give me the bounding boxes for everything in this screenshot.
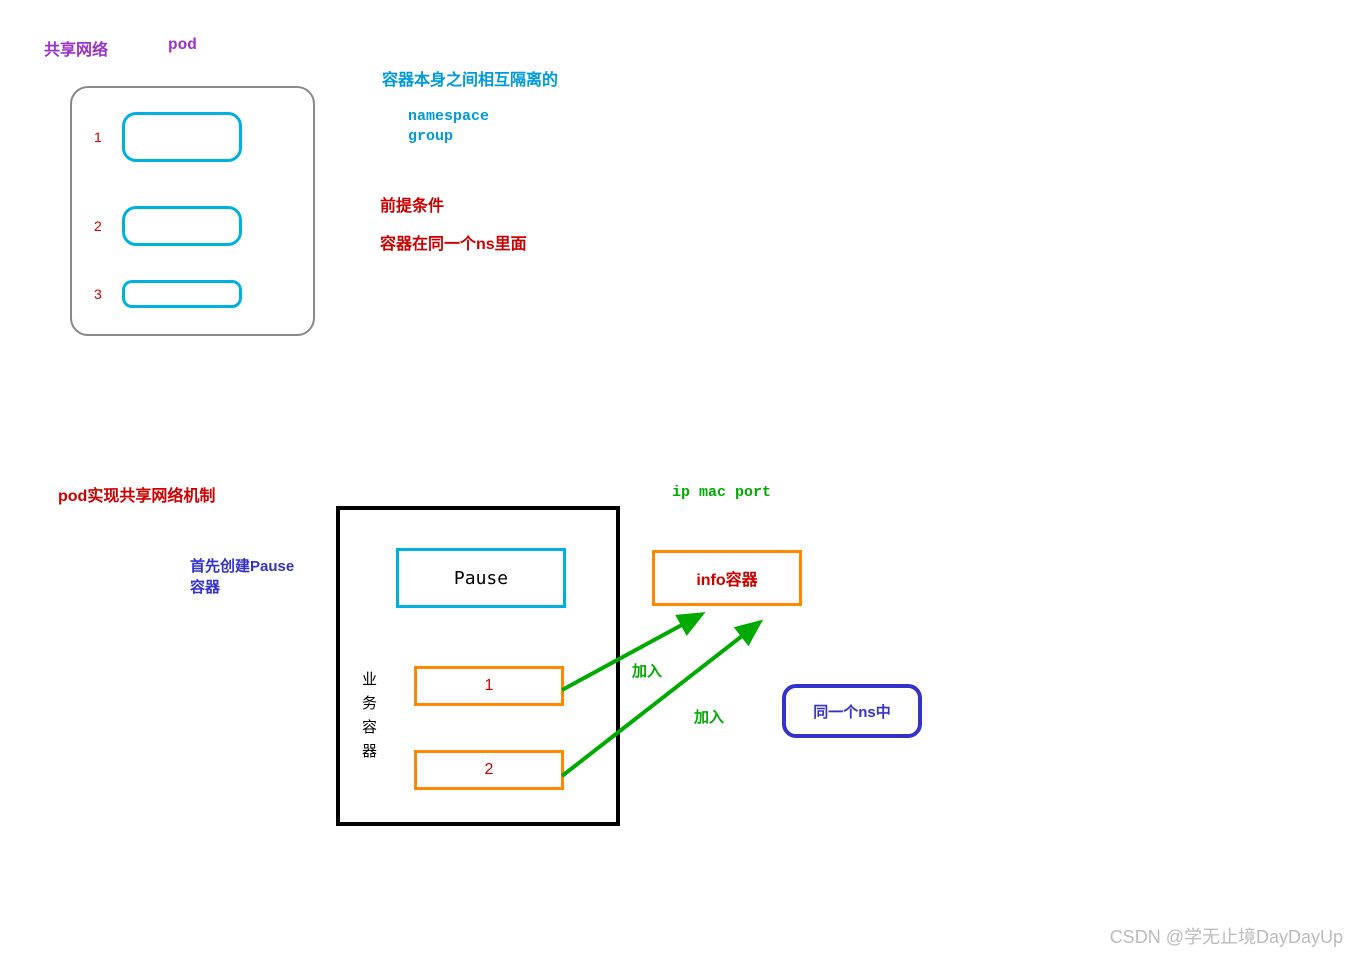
same-ns-box: 同一个ns中 xyxy=(782,684,922,738)
pause-note: 首先创建Pause 容器 xyxy=(190,556,294,598)
pod-item-row-2: 2 xyxy=(94,206,242,246)
pod-item-num-1: 1 xyxy=(94,129,102,145)
group-label: group xyxy=(408,128,453,145)
namespace-label: namespace xyxy=(408,108,489,125)
pod-mechanism-box: Pause 业 务 容 器 1 2 xyxy=(336,506,620,826)
pause-note-line2: 容器 xyxy=(190,577,294,598)
info-label: info容器 xyxy=(696,566,757,590)
biz-char-4: 器 xyxy=(362,740,377,764)
mechanism-label: pod实现共享网络机制 xyxy=(58,482,215,506)
same-ns-text: 容器在同一个ns里面 xyxy=(380,230,527,254)
biz-char-3: 容 xyxy=(362,716,377,740)
pause-box-label: Pause xyxy=(454,568,508,589)
biz-char-2: 务 xyxy=(362,692,377,716)
join-label-2: 加入 xyxy=(694,706,724,727)
biz-1-label: 1 xyxy=(485,677,494,695)
pod-item-num-2: 2 xyxy=(94,218,102,234)
info-attrs: ip mac port xyxy=(672,484,771,501)
pause-note-line1: 首先创建Pause xyxy=(190,556,294,577)
pod-item-num-3: 3 xyxy=(94,286,102,302)
pod-container-box: 1 2 3 xyxy=(70,86,315,336)
join-label-1: 加入 xyxy=(632,660,662,681)
biz-container-label: 业 务 容 器 xyxy=(362,668,377,764)
biz-container-2: 2 xyxy=(414,750,564,790)
pod-item-row-3: 3 xyxy=(94,280,242,308)
watermark: CSDN @学无止境DayDayUp xyxy=(1110,923,1343,949)
isolation-text: 容器本身之间相互隔离的 xyxy=(382,66,558,90)
shared-network-title: 共享网络 xyxy=(44,36,108,60)
biz-char-1: 业 xyxy=(362,668,377,692)
same-ns-label: 同一个ns中 xyxy=(813,701,891,722)
container-pill-2 xyxy=(122,206,242,246)
pause-container-box: Pause xyxy=(396,548,566,608)
biz-2-label: 2 xyxy=(485,761,494,779)
pod-title: pod xyxy=(168,36,197,54)
info-container-box: info容器 xyxy=(652,550,802,606)
container-pill-3 xyxy=(122,280,242,308)
container-pill-1 xyxy=(122,112,242,162)
biz-container-1: 1 xyxy=(414,666,564,706)
precondition-label: 前提条件 xyxy=(380,192,444,216)
pod-item-row-1: 1 xyxy=(94,112,242,162)
